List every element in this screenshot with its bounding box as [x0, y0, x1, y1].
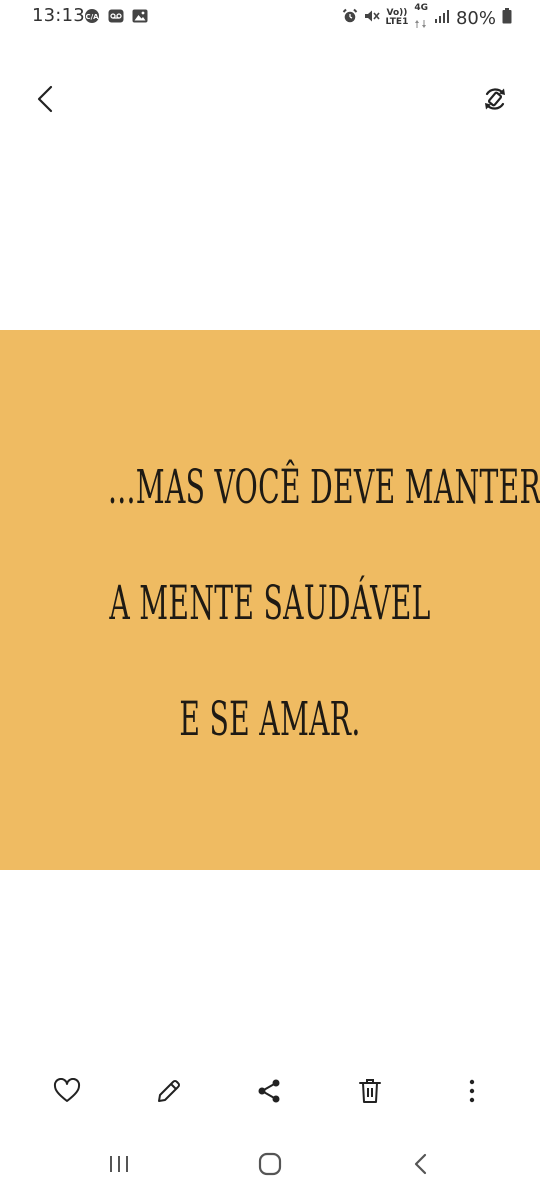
- lte-text: LTE1: [385, 17, 409, 27]
- signal-icon: [434, 8, 450, 28]
- bottom-toolbar: [0, 1068, 540, 1118]
- status-bar: 13:13 C/A Vo)) LTE1 4G 80%: [0, 0, 540, 34]
- quote-line-1: ...Mas você deve manter: [108, 460, 540, 515]
- volte-indicator: Vo)) LTE1: [386, 9, 409, 27]
- gallery-viewer-screen: 13:13 C/A Vo)) LTE1 4G 80% ...MAS VOCÊ D…: [0, 0, 540, 1200]
- quote-line-2: a mente saudável: [109, 576, 431, 631]
- gallery-notification-icon: [132, 8, 148, 28]
- share-button[interactable]: [244, 1068, 294, 1118]
- more-vertical-icon: [468, 1078, 476, 1108]
- mute-icon: [364, 8, 380, 28]
- navigation-bar: [0, 1140, 540, 1192]
- alarm-icon: [342, 8, 358, 28]
- recents-icon: [107, 1154, 131, 1178]
- nav-back-icon: [411, 1152, 431, 1180]
- home-button[interactable]: [240, 1140, 300, 1192]
- battery-percentage: 80%: [455, 7, 496, 29]
- favorite-button[interactable]: [42, 1068, 92, 1118]
- edit-button[interactable]: [144, 1068, 194, 1118]
- network-type-indicator: 4G: [414, 4, 428, 32]
- home-icon: [257, 1152, 283, 1180]
- delete-button[interactable]: [345, 1068, 395, 1118]
- share-icon: [256, 1078, 282, 1108]
- quote-line-3: e se amar.: [179, 692, 361, 747]
- status-time: 13:13: [32, 5, 85, 26]
- chat-notification-icon: C/A: [84, 8, 100, 28]
- quote-text: ...Mas você deve manter a mente saudável…: [108, 430, 540, 778]
- notification-icons: C/A: [84, 8, 148, 28]
- svg-text:C/A: C/A: [85, 13, 99, 21]
- network-type-text: 4G: [414, 3, 428, 13]
- back-button[interactable]: [24, 79, 68, 123]
- nav-back-button[interactable]: [391, 1140, 451, 1192]
- heart-icon: [53, 1077, 81, 1108]
- rotate-button[interactable]: [473, 79, 517, 123]
- recents-button[interactable]: [89, 1140, 149, 1192]
- trash-icon: [357, 1077, 383, 1109]
- chevron-left-icon: [34, 83, 58, 119]
- voicemail-icon: [108, 8, 124, 28]
- more-options-button[interactable]: [447, 1068, 497, 1118]
- data-arrows-icon: [415, 13, 427, 32]
- battery-icon: [502, 8, 512, 28]
- system-status-icons: Vo)) LTE1 4G 80%: [342, 4, 512, 32]
- rotate-icon: [481, 85, 509, 117]
- pencil-icon: [155, 1077, 183, 1109]
